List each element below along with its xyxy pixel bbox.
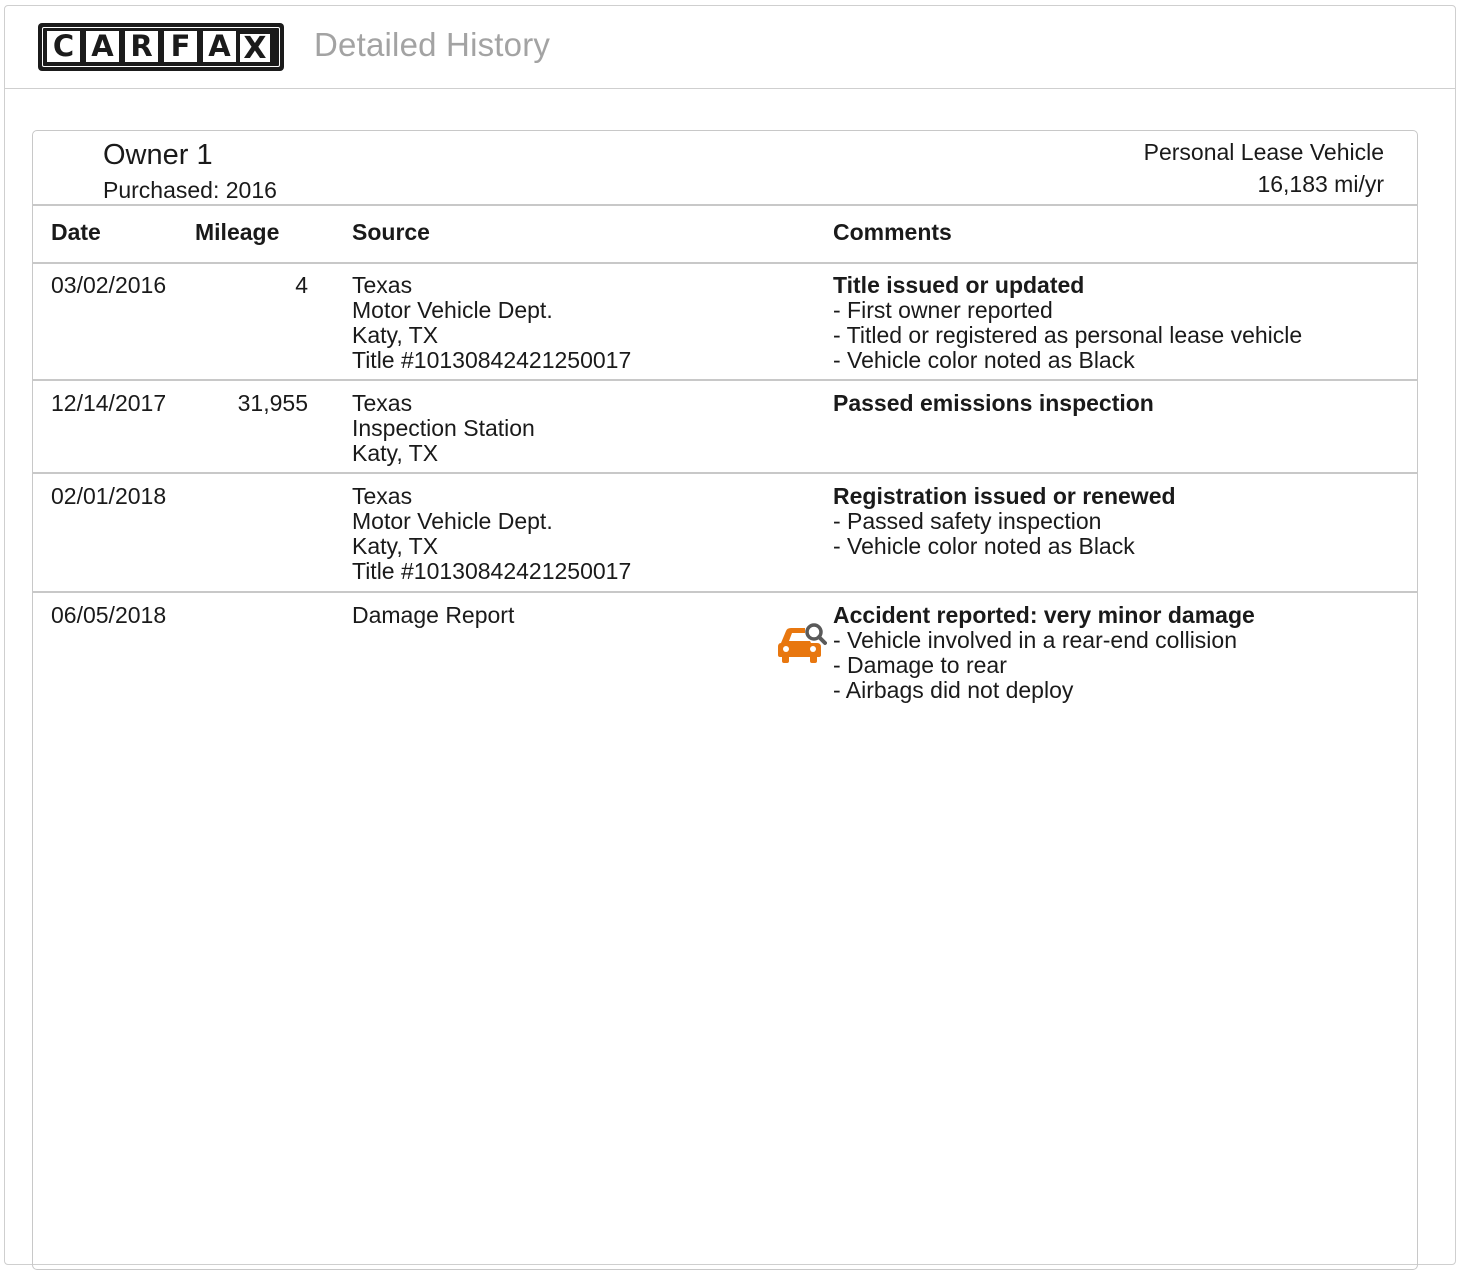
comment-item: - First owner reported xyxy=(833,297,1053,323)
row-date: 02/01/2018 xyxy=(51,483,167,509)
logo-letter: C xyxy=(47,31,80,62)
source-line: Katy, TX xyxy=(352,533,439,559)
logo-letter-x: X xyxy=(240,34,270,64)
source-line: Inspection Station xyxy=(352,415,535,441)
column-header-comments: Comments xyxy=(833,219,952,245)
top-bar: C A R F A X Detailed History xyxy=(5,6,1455,89)
column-header-mileage: Mileage xyxy=(195,219,280,245)
source-line: Title #10130842421250017 xyxy=(352,347,632,373)
source-line: Katy, TX xyxy=(352,440,439,466)
source-line: Motor Vehicle Dept. xyxy=(352,508,553,534)
source-line: Katy, TX xyxy=(352,322,439,348)
comment-item: - Vehicle color noted as Black xyxy=(833,347,1135,373)
divider xyxy=(33,379,1417,381)
row-date: 03/02/2016 xyxy=(51,272,167,298)
source-line: Texas xyxy=(352,390,413,416)
logo-letter: F xyxy=(164,31,197,62)
source-line: Motor Vehicle Dept. xyxy=(352,297,553,323)
owner-name: Owner 1 xyxy=(103,139,213,171)
logo-letter: R xyxy=(125,31,158,62)
comment-title: Title issued or updated xyxy=(833,272,1085,298)
divider xyxy=(33,204,1417,206)
comment-item: - Titled or registered as personal lease… xyxy=(833,322,1303,348)
divider xyxy=(33,472,1417,474)
divider xyxy=(33,591,1417,593)
logo-letter: A xyxy=(86,31,119,62)
row-source: Texas Motor Vehicle Dept. Katy, TX Title… xyxy=(352,273,631,373)
row-mileage: 31,955 xyxy=(237,390,308,416)
comment-item: - Vehicle involved in a rear-end collisi… xyxy=(833,627,1237,653)
source-line: Damage Report xyxy=(352,602,515,628)
column-header-date: Date xyxy=(51,219,101,245)
source-line: Texas xyxy=(352,483,413,509)
comment-item: - Airbags did not deploy xyxy=(833,677,1074,703)
row-date: 12/14/2017 xyxy=(51,390,167,416)
row-comments: Accident reported: very minor damage - V… xyxy=(833,603,1255,703)
comment-title: Registration issued or renewed xyxy=(833,483,1176,509)
column-header-source: Source xyxy=(352,219,430,245)
comment-item: - Passed safety inspection xyxy=(833,508,1102,534)
comment-item: - Damage to rear xyxy=(833,652,1007,678)
owner-card: Owner 1 Purchased: 2016 Personal Lease V… xyxy=(32,130,1418,1270)
row-comments: Title issued or updated - First owner re… xyxy=(833,273,1302,373)
owner-purchased: Purchased: 2016 xyxy=(103,177,277,203)
car-damage-search-icon xyxy=(778,623,827,663)
owner-miles-per-year: 16,183 mi/yr xyxy=(1257,171,1384,197)
row-date: 06/05/2018 xyxy=(51,602,167,628)
row-comments: Registration issued or renewed - Passed … xyxy=(833,484,1176,559)
row-comments: Passed emissions inspection xyxy=(833,391,1154,416)
comment-title: Passed emissions inspection xyxy=(833,390,1154,416)
row-source: Texas Motor Vehicle Dept. Katy, TX Title… xyxy=(352,484,631,584)
source-line: Texas xyxy=(352,272,413,298)
comment-item: - Vehicle color noted as Black xyxy=(833,533,1135,559)
page-title: Detailed History xyxy=(314,26,551,63)
row-source: Damage Report xyxy=(352,603,514,628)
row-mileage: 4 xyxy=(295,272,308,298)
source-line: Title #10130842421250017 xyxy=(352,558,632,584)
logo-letter: A xyxy=(203,31,236,62)
carfax-logo: C A R F A X xyxy=(38,23,284,71)
divider xyxy=(33,262,1417,264)
comment-title: Accident reported: very minor damage xyxy=(833,602,1255,628)
owner-vehicle-type: Personal Lease Vehicle xyxy=(1143,139,1384,165)
row-source: Texas Inspection Station Katy, TX xyxy=(352,391,535,466)
